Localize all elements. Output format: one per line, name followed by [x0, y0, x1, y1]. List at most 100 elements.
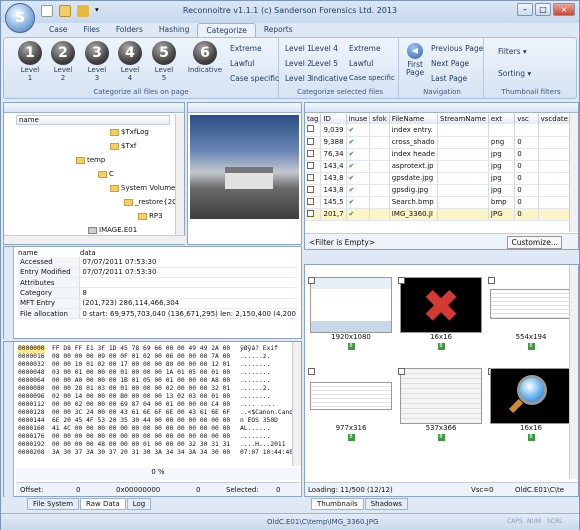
- thumbnail[interactable]: 537x366 8: [397, 368, 485, 448]
- hex-vscroll[interactable]: [292, 342, 301, 466]
- tab-folders[interactable]: Folders: [108, 23, 151, 37]
- application-menu-button[interactable]: S: [5, 3, 35, 33]
- sel-lawful-button[interactable]: Lawful: [349, 59, 373, 68]
- folder-icon: [110, 128, 119, 136]
- thumbnail-vscroll[interactable]: [569, 265, 578, 479]
- extreme-button[interactable]: Extreme: [230, 44, 262, 53]
- folder-icon: [98, 170, 107, 178]
- indicative-button[interactable]: 6 Indicative: [186, 41, 224, 74]
- tab-thumbnails[interactable]: Thumbnails: [311, 498, 364, 510]
- tab-hashing[interactable]: Hashing: [151, 23, 198, 37]
- previous-page-button[interactable]: Previous Page: [431, 44, 483, 53]
- tree-node[interactable]: $Txf: [110, 142, 136, 150]
- col-vscdate[interactable]: vscdate: [538, 114, 572, 124]
- tab-raw-data[interactable]: Raw Data: [80, 498, 126, 510]
- sel-case-specific-button[interactable]: Case specific: [349, 74, 395, 82]
- thumbnail[interactable]: 16x16 8: [487, 368, 575, 448]
- tab-categorize[interactable]: Categorize: [197, 23, 256, 37]
- property-row[interactable]: Attributes: [18, 277, 298, 289]
- sel-level-4-button[interactable]: Level 4: [311, 44, 338, 53]
- tab-reports[interactable]: Reports: [256, 23, 301, 37]
- col-ext[interactable]: ext: [488, 114, 516, 124]
- hex-bytes[interactable]: FF D8 FF E1 3F 1D 45 78 69 66 00 00 49 4…: [52, 345, 238, 457]
- window-controls: – □ ×: [517, 3, 575, 16]
- level-2-button[interactable]: 2 Level 2: [47, 41, 79, 82]
- col-filename[interactable]: FileName: [389, 114, 438, 124]
- col-vsc[interactable]: vsc: [514, 114, 539, 124]
- hex-view-pane: 0000000 0000016 0000032 0000048 0000064 00000…: [3, 341, 302, 497]
- tree-node[interactable]: RP3: [138, 212, 163, 220]
- hex-ascii[interactable]: ÿØÿá? Exif ......z.......................…: [240, 345, 292, 457]
- table-row[interactable]: 9,039 ✔ index entry.: [305, 124, 572, 137]
- tab-log[interactable]: Log: [126, 498, 152, 510]
- table-row[interactable]: 9,388 ✔ cross_shado png 0: [305, 136, 572, 149]
- property-row[interactable]: Category 8: [18, 287, 298, 299]
- last-page-button[interactable]: Last Page: [431, 74, 467, 83]
- folder-icon: [138, 212, 147, 220]
- tree-node[interactable]: System Volume In: [110, 184, 184, 192]
- table-row[interactable]: 143,4 ✔ asprotext.jp jpg 0: [305, 160, 572, 173]
- level-5-button[interactable]: 5 Level 5: [148, 41, 180, 82]
- sel-extreme-button[interactable]: Extreme: [349, 44, 381, 53]
- tree-column-header[interactable]: name: [16, 115, 170, 125]
- col-sfok[interactable]: sfok: [369, 114, 390, 124]
- group-navigation: ◀ First Page Previous Page Next Page Las…: [401, 38, 484, 98]
- file-list-vscroll[interactable]: [569, 114, 578, 232]
- sel-level-3-button[interactable]: Level 3: [285, 74, 312, 83]
- first-page-button[interactable]: First Page: [406, 61, 424, 77]
- col-id[interactable]: ID: [320, 114, 347, 124]
- prop-col-data[interactable]: data: [80, 249, 298, 257]
- customize-button[interactable]: Customize...: [507, 236, 562, 249]
- col-inuse[interactable]: inuse: [346, 114, 371, 124]
- sel-indicative-button[interactable]: Indicative: [311, 74, 348, 83]
- thumbnail[interactable]: ✖ 16x16 8: [397, 277, 485, 357]
- sorting-dropdown[interactable]: Sorting ▾: [498, 69, 531, 78]
- col-streamname[interactable]: StreamName: [437, 114, 489, 124]
- tree-node[interactable]: C: [98, 170, 114, 178]
- level-3-button[interactable]: 3 Level 3: [81, 41, 113, 82]
- tab-file-system[interactable]: File System: [27, 498, 80, 510]
- first-page-icon[interactable]: ◀: [407, 43, 423, 59]
- level-1-button[interactable]: 1 Level 1: [14, 41, 46, 82]
- property-row[interactable]: Accessed 07/07/2011 07:53:30: [18, 257, 298, 268]
- tree-node[interactable]: $TxfLog: [110, 128, 149, 136]
- thumbnail[interactable]: 977x316 8: [307, 368, 395, 448]
- hex-statusbar: Offset: 0 0x00000000 0 Selected: 0: [16, 482, 300, 496]
- close-button[interactable]: ×: [553, 3, 575, 16]
- tree-vscroll[interactable]: [175, 114, 184, 235]
- thumbnail[interactable]: 554x194 8: [487, 277, 575, 357]
- caps-indicator: CAPS: [507, 518, 523, 525]
- property-row[interactable]: MFT Entry (201,723) 286,114,466,304: [18, 298, 298, 309]
- table-row[interactable]: 145,5 ✔ Search.bmp bmp 0: [305, 196, 572, 209]
- tab-files[interactable]: Files: [75, 23, 107, 37]
- table-row[interactable]: 143,8 ✔ gpsdig.jpg jpg 0: [305, 184, 572, 197]
- case-specific-button[interactable]: Case specific: [230, 74, 279, 83]
- next-page-button[interactable]: Next Page: [431, 59, 469, 68]
- filters-dropdown[interactable]: Filters ▾: [498, 47, 527, 56]
- table-row[interactable]: 143,8 ✔ gpsdate.jpg jpg 0: [305, 172, 572, 185]
- properties-pane: name data Accessed 07/07/2011 07:53:30 Ent…: [3, 246, 302, 339]
- lawful-button[interactable]: Lawful: [230, 59, 254, 68]
- property-row[interactable]: Entry Modified 07/07/2011 07:53:30: [18, 267, 298, 279]
- tab-shadows[interactable]: Shadows: [364, 498, 408, 510]
- sel-level-5-button[interactable]: Level 5: [311, 59, 338, 68]
- tab-case[interactable]: Case: [41, 23, 75, 37]
- prop-col-name[interactable]: name: [18, 249, 80, 257]
- tree-node[interactable]: _restore{2O: [124, 198, 178, 206]
- table-row[interactable]: 201,7 ✔ IMG_3360.JI JPG 0: [305, 208, 572, 221]
- thumbnail[interactable]: 1920x1080 8: [307, 277, 395, 357]
- maximize-button[interactable]: □: [535, 3, 551, 16]
- minimize-button[interactable]: –: [517, 3, 533, 16]
- col-tag[interactable]: tag: [305, 114, 322, 124]
- tree-node[interactable]: temp: [76, 156, 105, 164]
- property-row[interactable]: File allocation 0 start: 69,975,703,040 (…: [18, 308, 298, 320]
- table-row[interactable]: 76,34 ✔ index heade jpg 0: [305, 148, 572, 161]
- folder-icon: [124, 198, 133, 206]
- left-bottom-tabs: File System Raw Data Log: [27, 498, 152, 510]
- sel-level-2-button[interactable]: Level 2: [285, 59, 312, 68]
- tree-hscroll[interactable]: [4, 235, 185, 244]
- sel-level-1-button[interactable]: Level 1: [285, 44, 312, 53]
- file-table-header: tag ID inuse sfok FileName StreamName ex…: [305, 114, 572, 124]
- level-4-button[interactable]: 4 Level 4: [114, 41, 146, 82]
- tree-node[interactable]: IMAGE.E01: [88, 226, 137, 234]
